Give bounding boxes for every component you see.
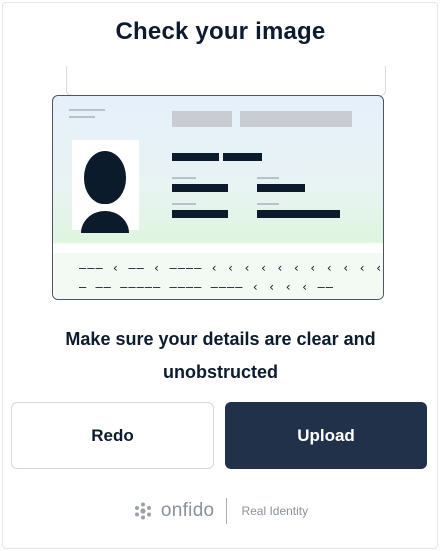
card-label-line: [257, 203, 279, 205]
mrz-line-1: ——— ‹ —— ‹ ———— ‹ ‹ ‹ ‹ ‹ ‹ ‹ ‹ ‹ ‹ ‹ ‹ …: [79, 261, 384, 275]
portrait-placeholder: [72, 140, 139, 233]
card-label-line: [257, 177, 279, 179]
redo-button[interactable]: Redo: [11, 402, 214, 469]
portrait-shoulders: [81, 211, 129, 233]
card-text-bar: [172, 210, 228, 218]
upload-button[interactable]: Upload: [225, 402, 427, 469]
onfido-logo-icon: [134, 502, 151, 520]
id-card-illustration: ——— ‹ —— ‹ ———— ‹ ‹ ‹ ‹ ‹ ‹ ‹ ‹ ‹ ‹ ‹ ‹ …: [52, 95, 384, 300]
footer-divider: [226, 498, 228, 524]
brand-name: onfido: [160, 500, 215, 521]
stacked-card-edge: [66, 66, 386, 96]
card-label-line: [172, 177, 196, 179]
brand-tagline: Real Identity: [241, 504, 309, 518]
card-text-bar: [172, 153, 219, 161]
card-field-placeholder: [172, 111, 232, 127]
instruction-text: Make sure your details are clear and uno…: [65, 329, 376, 382]
card-header-line: [69, 109, 105, 111]
card-label-line: [172, 203, 196, 205]
card-text-bar: [257, 210, 340, 218]
portrait-head: [84, 151, 126, 204]
page-title: Check your image: [115, 18, 326, 45]
card-header-line: [69, 116, 95, 118]
mrz-line-2: — —— ————— ———— ———— ‹ ‹ ‹ ‹ ——: [79, 280, 334, 294]
card-text-bar: [257, 184, 305, 192]
card-text-bar: [172, 184, 228, 192]
card-field-placeholder: [240, 111, 352, 127]
card-text-bar: [223, 153, 262, 161]
footer-branding: onfido Real Identity: [0, 498, 441, 524]
